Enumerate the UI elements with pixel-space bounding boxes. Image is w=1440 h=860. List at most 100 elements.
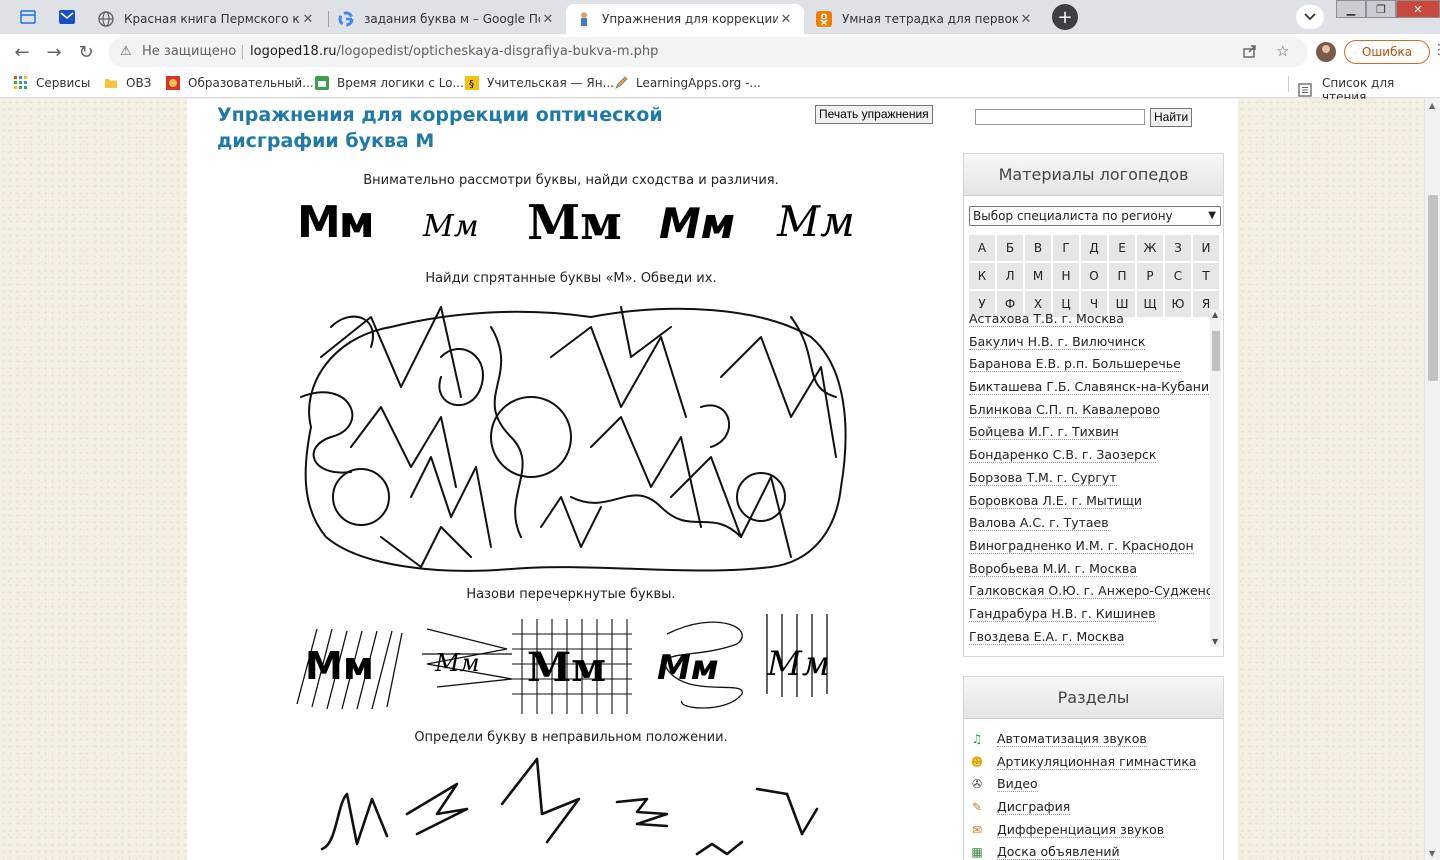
section-item[interactable]: ♫ Автоматизация звуков [969, 728, 1223, 751]
specialist-link[interactable]: Бойцева И.Г. г. Тихвин [969, 424, 1119, 441]
forward-icon[interactable]: → [42, 40, 66, 64]
specialist-link[interactable]: Бондаренко С.В. г. Заозерск [969, 447, 1157, 464]
warning-icon[interactable]: ⚠ [120, 44, 132, 59]
search-input[interactable] [975, 109, 1145, 125]
minimize-icon[interactable]: ▁ [1336, 0, 1366, 18]
bookmark-ovz[interactable]: ОВЗ [104, 76, 151, 90]
back-icon[interactable]: ← [10, 40, 34, 64]
specialist-item[interactable]: Бондаренко С.В. г. Заозерск [969, 445, 1221, 468]
scroll-thumb[interactable] [1212, 331, 1220, 371]
scroll-up-icon[interactable]: ▲ [1429, 101, 1435, 110]
section-item[interactable]: ☻ Артикуляционная гимнастика [969, 751, 1223, 774]
section-link[interactable]: Видео [997, 776, 1038, 793]
specialist-item[interactable]: Астахова Т.В. г. Москва [969, 309, 1221, 332]
specialist-item[interactable]: Воробьева М.И. г. Москва [969, 559, 1221, 582]
section-item[interactable]: ✎ Дисграфия [969, 796, 1223, 819]
close-tab-icon[interactable]: ✕ [1018, 12, 1034, 27]
specialist-item[interactable]: Боровкова Л.Е. г. Мытищи [969, 491, 1221, 514]
alphabet-letter[interactable]: Т [1193, 263, 1219, 289]
security-label[interactable]: Не защищено [142, 44, 236, 59]
specialist-link[interactable]: Астахова Т.В. г. Москва [969, 311, 1124, 327]
bookmark-teachers-room[interactable]: § Учительская — Ян... [465, 76, 614, 90]
tab-2[interactable]: задания буква м – Google Поиск ✕ [328, 4, 566, 34]
profile-error-button[interactable]: Ошибка [1344, 40, 1430, 64]
specialist-link[interactable]: Гвоздева Е.А. г. Москва [969, 628, 1125, 645]
mail-icon[interactable] [55, 6, 79, 28]
url-text[interactable]: logoped18.ru/logopedist/opticheskaya-dis… [250, 44, 658, 59]
restore-icon[interactable]: ❐ [1366, 0, 1396, 18]
section-item[interactable]: ✇ Видео [969, 773, 1223, 796]
specialist-link[interactable]: Гандрабура Н.В. г. Кишинев [969, 605, 1156, 622]
alphabet-letter[interactable]: Л [997, 263, 1023, 289]
region-select[interactable]: Выбор специалиста по региону ▼ [969, 206, 1221, 226]
bookmark-star-icon[interactable]: ☆ [1276, 42, 1289, 60]
bookmark-apps[interactable]: Сервисы [14, 76, 90, 90]
alphabet-letter[interactable]: К [969, 263, 995, 289]
scroll-up-icon[interactable]: ▲ [1212, 310, 1218, 319]
search-button[interactable]: Найти [1150, 108, 1193, 127]
specialist-list-scrollbar[interactable]: ▲ ▼ [1210, 309, 1221, 647]
print-button[interactable]: Печать упражнения [815, 105, 933, 124]
close-window-icon[interactable]: ✕ [1396, 0, 1440, 18]
address-bar[interactable]: ⚠ Не защищено | logoped18.ru/logopedist/… [108, 37, 1308, 67]
scroll-down-icon[interactable]: ▼ [1429, 849, 1435, 858]
section-item[interactable]: ✉ Дифференциация звуков [969, 818, 1223, 841]
alphabet-letter[interactable]: П [1109, 263, 1135, 289]
alphabet-letter[interactable]: З [1165, 235, 1191, 261]
specialist-item[interactable]: Блинкова С.П. п. Кавалерово [969, 400, 1221, 423]
specialist-link[interactable]: Бикташева Г.Б. Славянск-на-Кубани [969, 379, 1210, 396]
page-scrollbar[interactable]: ▲ ▼ [1424, 99, 1440, 860]
page-scroll-thumb[interactable] [1428, 195, 1438, 381]
specialist-item[interactable]: Бакулич Н.В. г. Вилючинск [969, 332, 1221, 355]
specialist-link[interactable]: Бакулич Н.В. г. Вилючинск [969, 333, 1146, 350]
specialist-item[interactable]: Бойцева И.Г. г. Тихвин [969, 422, 1221, 445]
specialist-item[interactable]: Гандрабура Н.В. г. Кишинев [969, 604, 1221, 627]
section-link[interactable]: Артикуляционная гимнастика [997, 754, 1197, 770]
specialist-link[interactable]: Валова А.С. г. Тутаев [969, 515, 1109, 532]
specialist-link[interactable]: Боровкова Л.Е. г. Мытищи [969, 492, 1143, 509]
bookmark-learningapps[interactable]: LearningApps.org -... [614, 76, 761, 90]
tab-3-active[interactable]: Упражнения для коррекции оп ✕ [566, 4, 804, 34]
specialist-item[interactable]: Борзова Т.М. г. Сургут [969, 468, 1221, 491]
specialist-item[interactable]: Галковская О.Ю. г. Анжеро-Судженск [969, 581, 1221, 604]
specialist-item[interactable]: Баранова Е.В. р.п. Большеречье [969, 354, 1221, 377]
tab-list-icon[interactable] [16, 6, 40, 28]
specialist-link[interactable]: Галковская О.Ю. г. Анжеро-Судженск [969, 583, 1221, 600]
specialist-link[interactable]: Баранова Е.В. р.п. Большеречье [969, 356, 1181, 373]
section-link[interactable]: Доска объявлений [997, 844, 1120, 860]
specialist-item[interactable]: Валова А.С. г. Тутаев [969, 513, 1221, 536]
close-tab-icon[interactable]: ✕ [778, 12, 794, 27]
bookmark-education[interactable]: Образовательный... [166, 76, 314, 90]
reload-icon[interactable]: ↻ [74, 40, 98, 64]
section-link[interactable]: Автоматизация звуков [997, 731, 1147, 748]
specialist-item[interactable]: Виноградненко И.М. г. Краснодон [969, 536, 1221, 559]
tab-search-icon[interactable] [1296, 5, 1324, 29]
section-link[interactable]: Дисграфия [997, 799, 1071, 816]
share-icon[interactable] [1242, 43, 1258, 62]
alphabet-letter[interactable]: Н [1053, 263, 1079, 289]
alphabet-letter[interactable]: В [1025, 235, 1051, 261]
alphabet-letter[interactable]: М [1025, 263, 1051, 289]
alphabet-letter[interactable]: Р [1137, 263, 1163, 289]
new-tab-button[interactable]: + [1052, 4, 1078, 30]
close-tab-icon[interactable]: ✕ [300, 12, 316, 27]
tab-1[interactable]: Красная книга Пермского края ✕ [88, 4, 326, 34]
section-link[interactable]: Дифференциация звуков [997, 822, 1165, 838]
tab-4[interactable]: Умная тетрадка для первоклас ✕ [806, 4, 1044, 34]
specialist-link[interactable]: Борзова Т.М. г. Сургут [969, 469, 1117, 486]
menu-icon[interactable]: ⋮ [1432, 42, 1440, 58]
alphabet-letter[interactable]: Ж [1137, 235, 1163, 261]
alphabet-letter[interactable]: Б [997, 235, 1023, 261]
section-item[interactable]: ▦ Доска объявлений [969, 841, 1223, 860]
scroll-down-icon[interactable]: ▼ [1212, 637, 1218, 646]
alphabet-letter[interactable]: О [1081, 263, 1107, 289]
specialist-link[interactable]: Блинкова С.П. п. Кавалерово [969, 401, 1161, 418]
specialist-item[interactable]: Бикташева Г.Б. Славянск-на-Кубани [969, 377, 1221, 400]
bookmark-logic-time[interactable]: Время логики с Lo... [315, 76, 464, 90]
close-tab-icon[interactable]: ✕ [540, 12, 556, 27]
alphabet-letter[interactable]: А [969, 235, 995, 261]
specialist-link[interactable]: Виноградненко И.М. г. Краснодон [969, 537, 1194, 554]
specialist-item[interactable]: Гвоздева Е.А. г. Москва [969, 627, 1221, 647]
alphabet-letter[interactable]: И [1193, 235, 1219, 261]
alphabet-letter[interactable]: Д [1081, 235, 1107, 261]
